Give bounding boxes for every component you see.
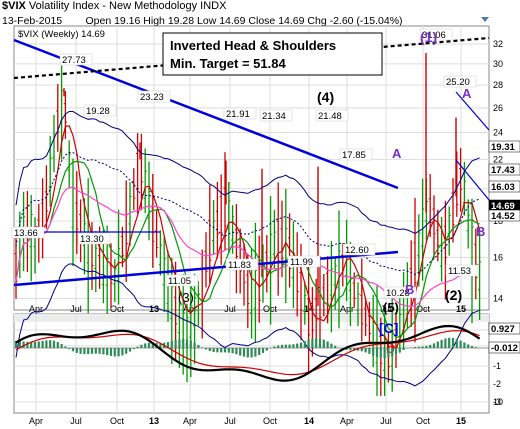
last-value-text: 17.43: [491, 165, 515, 176]
y-tick-label: -1: [493, 361, 501, 371]
x-tick-label: Apr: [183, 416, 197, 426]
y-tick-label: 30: [493, 59, 503, 69]
price-label: 17.85: [342, 150, 366, 161]
y-tick-label: 26: [493, 103, 503, 113]
wave-label: B: [405, 282, 414, 297]
wave-label: B: [476, 224, 485, 239]
y-tick-label: -2: [493, 379, 501, 389]
price-label: 19.28: [86, 106, 110, 117]
y-tick-label: 32: [493, 39, 503, 49]
x-tick-label: Apr: [340, 416, 354, 426]
x-tick-label: Oct: [263, 416, 278, 426]
x-tick-label: Apr: [340, 304, 354, 314]
price-label: 27.73: [62, 55, 86, 66]
annotation-line-1: Inverted Head & Shoulders: [170, 38, 336, 53]
chart-screenshot: $VIX Volatility Index - New Methodology …: [0, 0, 520, 429]
x-tick-label: 15: [456, 416, 466, 426]
x-tick-label: Jul: [70, 416, 82, 426]
last-value-text: 19.31: [491, 142, 515, 153]
x-tick-label: Jul: [70, 304, 82, 314]
y-tick-label: 28: [493, 80, 503, 90]
x-tick-label: Jul: [224, 304, 236, 314]
x-tick-label: 13: [149, 304, 159, 314]
x-tick-label: Jul: [380, 416, 392, 426]
price-label: 23.23: [140, 92, 164, 103]
wave-label: A: [392, 146, 402, 161]
y-tick-label: 16: [493, 252, 503, 262]
price-label: 21.48: [318, 111, 342, 122]
x-tick-label: 15: [456, 304, 466, 314]
price-label: 11.83: [228, 260, 251, 271]
last-value-text: -0.012: [491, 343, 518, 354]
legend-label: $VIX (Weekly) 14.69: [18, 29, 105, 40]
price-label: 12.60: [345, 245, 369, 256]
price-label: 11.05: [168, 276, 191, 287]
wave-label: (4): [317, 89, 334, 105]
x-tick-label: Jul: [224, 416, 236, 426]
price-label: 21.34: [262, 111, 286, 122]
wave-label: A: [462, 86, 472, 101]
price-label: 13.30: [80, 234, 104, 245]
last-value-text: 0.927: [491, 324, 515, 335]
y-tick-label: 14: [493, 293, 503, 303]
x-tick-label: Apr: [29, 304, 43, 314]
y-tick-label: -3: [493, 397, 501, 407]
wave-label: (1): [420, 29, 437, 45]
x-tick-label: Oct: [110, 304, 125, 314]
price-label: 11.99: [290, 257, 313, 268]
last-value-text: 16.03: [491, 182, 515, 193]
y-tick-label: 24: [493, 128, 503, 138]
x-tick-label: 13: [149, 416, 159, 426]
y-tick-label: 22: [493, 154, 503, 164]
last-value-text: 14.52: [491, 211, 515, 222]
price-chart-svg: 101214161820222426283032AprAprJulJulOctO…: [11, 17, 520, 426]
x-tick-label: 14: [304, 416, 314, 426]
wave-label: (5): [383, 300, 399, 315]
annotation-line-2: Min. Target = 51.84: [170, 56, 286, 71]
price-label: 21.91: [226, 109, 250, 120]
wave-label: (3): [178, 290, 194, 305]
price-label: 13.66: [14, 228, 38, 239]
chevron-down-icon: [481, 17, 489, 22]
price-label: 11.53: [448, 266, 471, 277]
x-tick-label: Oct: [416, 416, 431, 426]
x-tick-label: Apr: [29, 416, 43, 426]
x-tick-label: Oct: [110, 416, 125, 426]
wave-label: (2): [445, 287, 462, 303]
wave-label: [C]: [379, 320, 398, 336]
